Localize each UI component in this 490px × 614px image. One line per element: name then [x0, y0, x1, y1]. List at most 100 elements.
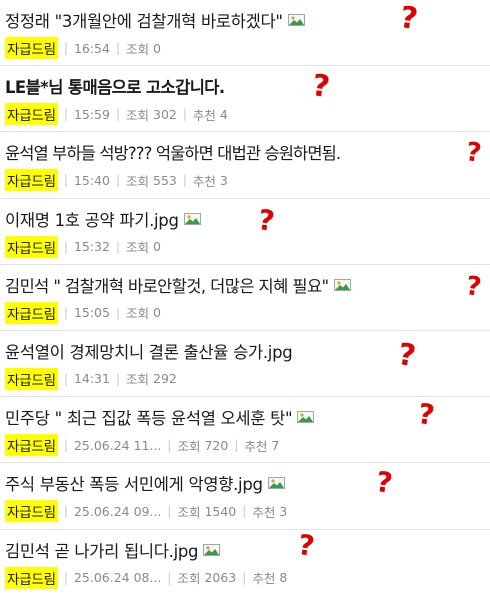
separator: |: [242, 504, 247, 519]
meta-row: 자급드림 | 25.06.24 08... | 조회 2063 | 추천 8: [5, 566, 288, 589]
separator: |: [234, 438, 239, 453]
separator: |: [63, 305, 68, 320]
separator: |: [63, 107, 68, 122]
list-item[interactable]: 윤석열 부하들 석방??? 억울하면 대법관 승원하면됨. ? 자급드림 | 1…: [0, 132, 490, 199]
post-time: 14:31: [73, 371, 110, 387]
post-title[interactable]: LE블*님 통매음으로 고소갑니다.: [5, 74, 225, 98]
views-label: 조회: [177, 438, 201, 454]
recommend-count: 8: [279, 570, 288, 585]
meta-row: 자급드림 | 15:32 | 조회 0: [5, 235, 161, 258]
list-item[interactable]: LE블*님 통매음으로 고소갑니다. ? 자급드림 | 15:59 | 조회 3…: [0, 66, 490, 133]
title-row: 민주당 " 최근 집값 폭등 윤석열 오세훈 탓": [5, 404, 315, 430]
recommend-label: 추천: [252, 571, 276, 586]
meta-row: 자급드림 | 25.06.24 11... | 조회 720 | 추천 7: [5, 434, 279, 457]
title-row: 정정래 "3개월안에 검찰개혁 바로하겠다": [5, 7, 305, 33]
list-item[interactable]: 김민석 곧 나가리 됩니다.jpg ? 자급드림 | 25.06.24 08..…: [0, 527, 490, 596]
title-row: 김민석 " 검찰개혁 바로안할것, 더많은 지혜 필요": [5, 272, 351, 298]
separator: |: [63, 173, 68, 188]
annotation-mark: ?: [395, 336, 418, 374]
image-icon: [287, 14, 305, 26]
separator: |: [63, 239, 68, 254]
meta-row: 자급드림 | 15:40 | 조회 553 | 추천 3: [5, 169, 228, 192]
views-label: 조회: [126, 240, 150, 256]
annotation-mark: ?: [295, 527, 317, 563]
view-count: 0: [153, 239, 161, 255]
meta-row: 자급드림 | 15:59 | 조회 302 | 추천 4: [5, 103, 228, 126]
views-label: 조회: [126, 173, 150, 189]
author-name[interactable]: 자급드림: [5, 301, 58, 324]
author-name[interactable]: 자급드림: [5, 235, 58, 258]
title-row: LE블*님 통매음으로 고소갑니다.: [5, 73, 225, 99]
separator: |: [167, 570, 172, 585]
image-icon: [203, 543, 221, 556]
meta-row: 자급드림 | 25.06.24 09... | 조회 1540 | 추천 3: [5, 500, 287, 523]
post-title[interactable]: 김민석 곧 나가리 됩니다.jpg: [5, 538, 199, 562]
list-item[interactable]: 윤석열이 경제망치니 결론 출산율 승가.jpg ? 자급드림 | 14:31 …: [0, 331, 490, 398]
post-title[interactable]: 윤석열이 경제망치니 결론 출산율 승가.jpg: [5, 339, 293, 363]
author-name[interactable]: 자급드림: [5, 434, 58, 457]
views-label: 조회: [177, 571, 201, 586]
post-title[interactable]: 민주당 " 최근 집값 폭등 윤석열 오세훈 탓": [5, 405, 293, 429]
author-name[interactable]: 자급드림: [5, 37, 58, 59]
post-title[interactable]: 주식 부동산 폭등 서민에게 악영향.jpg: [5, 471, 263, 495]
title-row: 김민석 곧 나가리 됩니다.jpg: [5, 537, 221, 563]
title-row: 윤석열이 경제망치니 결론 출산율 승가.jpg: [5, 338, 293, 364]
post-time: 15:05: [73, 305, 110, 321]
separator: |: [63, 438, 68, 453]
author-name[interactable]: 자급드림: [5, 566, 58, 589]
annotation-mark: ?: [463, 137, 484, 170]
author-name[interactable]: 자급드림: [5, 367, 58, 390]
post-list: 정정래 "3개월안에 검찰개혁 바로하겠다" ? 자급드림 | 16:54 | …: [0, 0, 490, 596]
recommend-count: 4: [219, 106, 228, 122]
post-time: 16:54: [73, 40, 110, 56]
separator: |: [115, 107, 121, 122]
post-time: 25.06.24 09...: [73, 503, 162, 519]
separator: |: [242, 570, 247, 585]
separator: |: [167, 504, 172, 519]
author-name[interactable]: 자급드림: [5, 500, 58, 523]
post-title[interactable]: 윤석열 부하들 석방??? 억울하면 대법관 승원하면됨.: [5, 140, 341, 164]
list-item[interactable]: 이재명 1호 공약 파기.jpg ? 자급드림 | 15:32 | 조회 0: [0, 199, 490, 265]
view-count: 553: [153, 172, 177, 188]
post-time: 25.06.24 11...: [73, 437, 162, 453]
post-title[interactable]: 이재명 1호 공약 파기.jpg: [5, 207, 179, 231]
post-time: 15:40: [73, 172, 110, 188]
meta-row: 자급드림 | 14:31 | 조회 292: [5, 367, 177, 390]
separator: |: [63, 570, 68, 585]
separator: |: [63, 41, 68, 55]
separator: |: [167, 438, 172, 453]
recommend-count: 3: [219, 172, 228, 188]
list-item[interactable]: 김민석 " 검찰개혁 바로안할것, 더많은 지혜 필요" ? 자급드림 | 15…: [0, 265, 490, 331]
separator: |: [115, 41, 121, 55]
view-count: 302: [153, 106, 177, 122]
view-count: 292: [153, 371, 177, 387]
author-name[interactable]: 자급드림: [5, 103, 58, 126]
annotation-mark: ?: [415, 397, 437, 433]
separator: |: [115, 173, 121, 188]
title-row: 윤석열 부하들 석방??? 억울하면 대법관 승원하면됨.: [5, 139, 341, 165]
recommend-label: 추천: [192, 173, 216, 189]
post-time: 25.06.24 08...: [73, 570, 162, 585]
views-label: 조회: [126, 372, 150, 388]
annotation-mark: ?: [463, 270, 484, 303]
post-title[interactable]: 김민석 " 검찰개혁 바로안할것, 더많은 지혜 필요": [5, 273, 329, 297]
view-count: 0: [153, 305, 161, 321]
view-count: 2063: [204, 570, 237, 585]
post-title[interactable]: 정정래 "3개월안에 검찰개혁 바로하겠다": [5, 8, 283, 32]
post-time: 15:59: [73, 106, 110, 122]
views-label: 조회: [126, 107, 150, 123]
annotation-mark: ?: [309, 68, 332, 106]
list-item[interactable]: 주식 부동산 폭등 서민에게 악영향.jpg ? 자급드림 | 25.06.24…: [0, 463, 490, 530]
separator: |: [63, 371, 68, 386]
list-item[interactable]: 정정래 "3개월안에 검찰개혁 바로하겠다" ? 자급드림 | 16:54 | …: [0, 0, 490, 67]
annotation-mark: ?: [255, 202, 277, 238]
view-count: 0: [153, 40, 161, 56]
post-time: 15:32: [73, 239, 110, 255]
separator: |: [182, 173, 187, 188]
recommend-label: 추천: [252, 504, 276, 520]
list-item[interactable]: 민주당 " 최근 집값 폭등 윤석열 오세훈 탓" ? 자급드림 | 25.06…: [0, 397, 490, 464]
recommend-label: 추천: [244, 438, 268, 454]
author-name[interactable]: 자급드림: [5, 169, 58, 192]
image-icon: [267, 477, 285, 490]
annotation-mark: ?: [397, 0, 420, 38]
